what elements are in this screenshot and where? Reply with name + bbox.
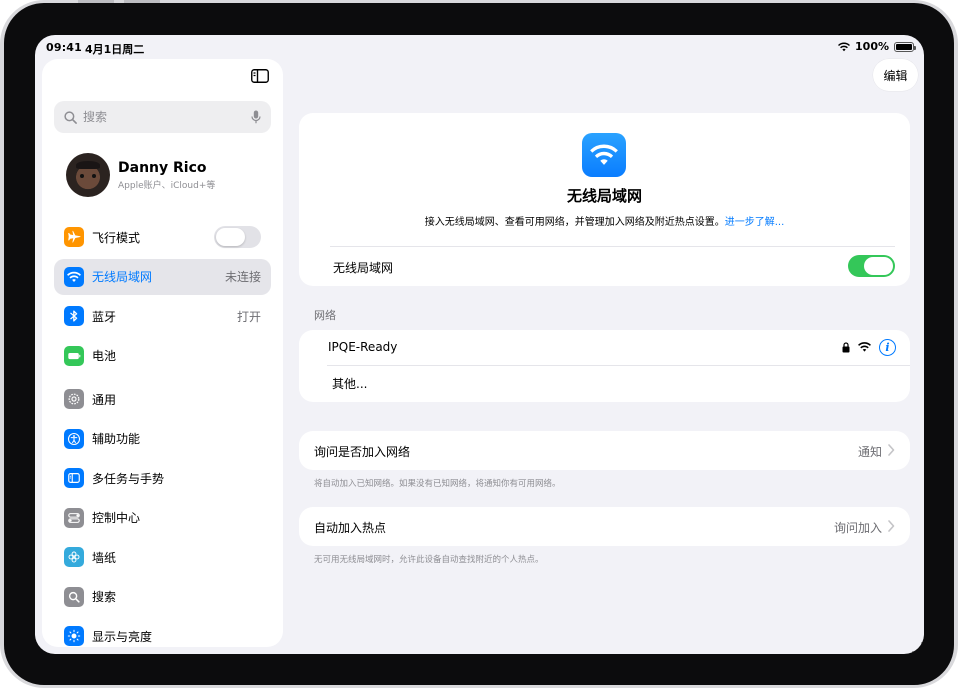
wifi-icon [64, 266, 84, 287]
learn-more-link[interactable]: 进一步了解... [725, 217, 785, 228]
screen: 09:41 4月1日周二 100% 搜索 Danny Rico Apple账户、… [35, 35, 924, 654]
hero-description-text: 接入无线局域网、查看可用网络，并管理加入网络及附近热点设置。 [424, 217, 725, 228]
profile-name: Danny Rico [118, 159, 207, 176]
multitasking-icon [64, 468, 84, 488]
sidebar-toggle-icon[interactable] [251, 69, 269, 83]
wifi-hero-card: 无线局域网 接入无线局域网、查看可用网络，并管理加入网络及附近热点设置。进一步了… [299, 113, 910, 286]
microphone-icon[interactable] [251, 110, 261, 124]
sidebar-item-wifi[interactable]: 无线局域网 未连接 [54, 258, 271, 295]
wifi-toggle[interactable] [848, 255, 895, 277]
sidebar-item-bluetooth[interactable]: 蓝牙 打开 [54, 298, 271, 334]
sidebar-item-wallpaper[interactable]: 墙纸 [54, 539, 271, 575]
sidebar-item-label: 通用 [92, 392, 117, 407]
battery-icon [894, 41, 916, 52]
airplane-mode-toggle[interactable] [214, 226, 261, 248]
other-network-label: 其他... [332, 376, 368, 391]
wifi-status-icon [838, 41, 850, 51]
battery-percent: 100% [855, 40, 889, 53]
network-name: IPQE-Ready [328, 340, 398, 354]
profile-subtitle: Apple账户、iCloud+等 [118, 180, 216, 191]
sidebar-item-display-brightness[interactable]: 显示与亮度 [54, 618, 271, 647]
networks-section-header: 网络 [314, 309, 336, 322]
sidebar-item-label: 辅助功能 [92, 432, 141, 446]
wifi-icon [582, 133, 626, 177]
sidebar-group-connectivity: 飞行模式 无线局域网 未连接 蓝牙 打开 电池 [54, 219, 271, 377]
page-title: 无线局域网 [566, 187, 642, 205]
divider [330, 246, 895, 247]
sidebar-item-label: 蓝牙 [92, 309, 117, 324]
wifi-toggle-label: 无线局域网 [333, 261, 394, 275]
sidebar-item-label: 多任务与手势 [92, 471, 165, 486]
sidebar-item-value: 未连接 [224, 270, 261, 284]
sidebar-item-label: 搜索 [92, 590, 117, 604]
auto-join-hotspot-label: 自动加入热点 [314, 521, 387, 535]
chevron-right-icon [888, 444, 895, 456]
sidebar-item-accessibility[interactable]: 辅助功能 [54, 421, 271, 457]
airplane-icon [64, 227, 84, 247]
search-bar [54, 101, 271, 133]
auto-join-hotspot-row[interactable]: 自动加入热点 询问加入 [299, 507, 910, 546]
sidebar-item-airplane-mode[interactable]: 飞行模式 [54, 219, 271, 255]
sidebar-item-multitasking[interactable]: 多任务与手势 [54, 460, 271, 496]
ask-to-join-row[interactable]: 询问是否加入网络 通知 [299, 431, 910, 470]
sidebar-item-label: 显示与亮度 [92, 629, 153, 644]
status-date: 4月1日周二 [85, 43, 145, 56]
auto-join-hotspot-value: 询问加入 [833, 521, 882, 535]
sidebar-item-label: 飞行模式 [92, 230, 141, 245]
sidebar-group-general: 通用 辅助功能 多任务与手势 控制中心 墙纸 搜索 显示与亮度 [54, 381, 271, 647]
network-row[interactable]: IPQE-Ready i [299, 330, 910, 364]
search-icon [64, 110, 77, 124]
search-icon [64, 586, 84, 607]
chevron-right-icon [888, 520, 895, 532]
hero-description: 接入无线局域网、查看可用网络，并管理加入网络及附近热点设置。进一步了解... [299, 213, 910, 228]
wallpaper-icon [64, 547, 84, 567]
other-network-row[interactable]: 其他... [299, 366, 910, 400]
accessibility-icon [64, 428, 84, 449]
avatar [66, 153, 110, 197]
sidebar-item-control-center[interactable]: 控制中心 [54, 500, 271, 536]
status-right: 100% [838, 40, 916, 53]
networks-list: IPQE-Ready i 其他... [299, 330, 910, 402]
sidebar-item-battery[interactable]: 电池 [54, 338, 271, 374]
status-time: 09:41 [46, 41, 83, 54]
sidebar-item-label: 电池 [92, 349, 117, 363]
auto-join-hotspot-footnote: 无可用无线局域网时，允许此设备自动查找附近的个人热点。 [314, 555, 544, 565]
sidebar-item-label: 控制中心 [92, 511, 141, 525]
sidebar-item-general[interactable]: 通用 [54, 381, 271, 417]
edit-button[interactable]: 编辑 [873, 59, 918, 91]
control-center-icon [64, 507, 84, 528]
lock-icon [842, 341, 850, 352]
brightness-icon [64, 626, 84, 646]
ask-to-join-footnote: 将自动加入已知网络。如果没有已知网络，将通知你有可用网络。 [314, 479, 561, 489]
info-icon[interactable]: i [879, 338, 896, 356]
sidebar-item-label: 无线局域网 [92, 270, 153, 284]
profile-row[interactable]: Danny Rico Apple账户、iCloud+等 [66, 153, 266, 197]
sidebar-item-value: 打开 [236, 309, 261, 324]
wifi-signal-icon [858, 342, 871, 352]
battery-icon [64, 345, 84, 366]
gear-icon [64, 389, 84, 409]
sidebar-item-label: 墙纸 [92, 550, 117, 565]
ask-to-join-value: 通知 [857, 445, 882, 459]
sidebar: Danny Rico Apple账户、iCloud+等 飞行模式 无线局域网 未… [42, 59, 283, 647]
search-input[interactable] [83, 110, 251, 124]
bluetooth-icon [64, 306, 84, 326]
sidebar-item-search[interactable]: 搜索 [54, 579, 271, 615]
ask-to-join-label: 询问是否加入网络 [314, 445, 411, 459]
